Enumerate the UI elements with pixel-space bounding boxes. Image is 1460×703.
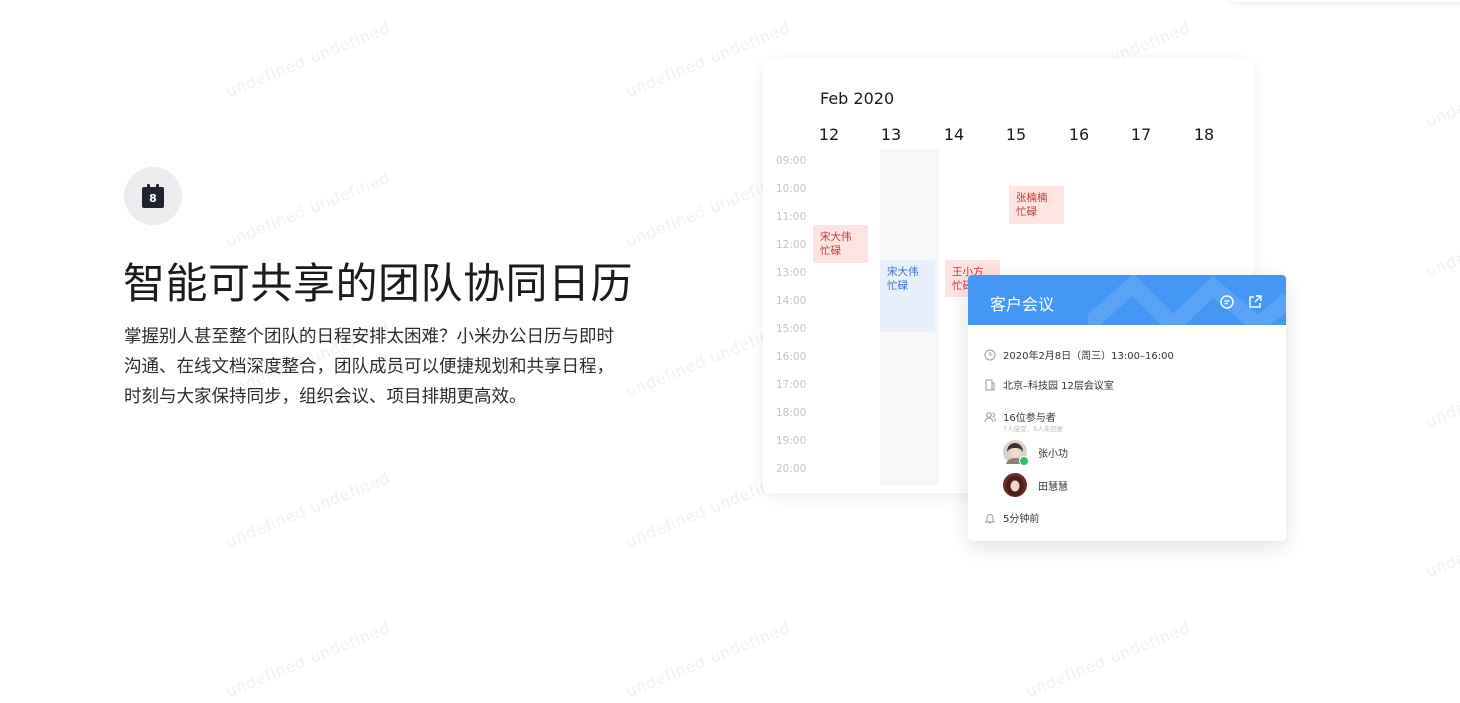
reminder-text: 5分钟前 [1003,514,1040,525]
day-header[interactable]: 15 [1001,125,1031,144]
hour-label: 19:00 [776,435,807,447]
reminder-row[interactable]: 5分钟前 [984,510,1039,525]
watermark: undefined undefined [222,617,393,702]
watermark: undefined undefined [1422,198,1460,282]
hour-label: 15:00 [776,323,807,335]
busy-event[interactable]: 宋大伟 忙碌 [880,260,935,332]
meeting-time-row: 2020年2月8日（周三）13:00–16:00 [984,347,1174,362]
event-status: 忙碌 [887,280,908,292]
hour-label: 10:00 [776,183,807,195]
calendar-month-label: Feb 2020 [820,89,895,108]
open-external-icon[interactable] [1247,294,1263,310]
meeting-title: 客户会议 [990,295,1055,314]
watermark: undefined undefined [622,617,793,702]
description-line: 时刻与大家保持同步，组织会议、项目排期更高效。 [124,387,527,407]
watermark: undefined undefined [1423,648,1460,703]
event-status: 忙碌 [820,245,841,257]
day-header[interactable]: 13 [876,125,906,144]
watermark: undefined undefined [1022,617,1193,702]
attendees-response-summary: 7人接受，9人未回复 [1003,425,1064,433]
day-header[interactable]: 18 [1189,125,1219,144]
people-icon [984,411,996,422]
clock-icon [984,349,996,360]
hour-label: 18:00 [776,407,807,419]
day-header[interactable]: 16 [1064,125,1094,144]
hour-label: 16:00 [776,351,807,363]
description-line: 掌握别人甚至整个团队的日程安排太困难？小米办公日历与即时 [124,327,614,347]
event-person: 张楠楠 [1016,192,1048,204]
building-icon [985,379,995,390]
calendar-icon-day: 8 [142,187,164,208]
watermark: undefined undefined [1422,348,1460,432]
calendar-icon: 8 [142,184,164,208]
event-person: 宋大伟 [887,266,919,278]
day-header[interactable]: 14 [939,125,969,144]
meeting-location: 北京–科技园 12层会议室 [1003,381,1114,392]
busy-event[interactable]: 张楠楠 忙碌 [1009,186,1064,224]
busy-event[interactable]: 宋大伟 忙碌 [813,225,868,263]
watermark: undefined undefined [222,17,393,102]
top-floating-panel-edge [1230,0,1460,2]
attendee-name: 田慧慧 [1038,481,1068,493]
description-line: 沟通、在线文档深度整合，团队成员可以便捷规划和共享日程， [124,357,614,377]
hour-label: 11:00 [776,211,807,223]
accepted-check-icon [1019,456,1029,466]
chat-icon[interactable] [1219,294,1235,310]
hour-label: 17:00 [776,379,807,391]
day-header[interactable]: 17 [1126,125,1156,144]
feature-icon-badge: 8 [124,167,182,225]
meeting-detail-popup: 客户会议 2020年2月8日（周三）13:00–16:00 北京–科技园 12层… [968,275,1286,541]
attendee-item[interactable]: 张小功 [1003,440,1068,466]
attendee-name: 张小功 [1038,448,1068,460]
attendees-row[interactable]: 16位参与者 [984,409,1056,424]
watermark: undefined undefined [222,167,393,252]
watermark: undefined undefined [1422,498,1460,582]
attendees-summary: 16位参与者 [1003,413,1056,424]
hour-label: 09:00 [776,155,807,167]
hour-label: 13:00 [776,267,807,279]
feature-headline: 智能可共享的团队协同日历 [123,259,634,308]
event-person: 宋大伟 [820,231,852,243]
event-status: 忙碌 [1016,206,1037,218]
bell-icon [984,513,996,523]
watermark: undefined undefined [1422,48,1460,132]
hour-label: 14:00 [776,295,807,307]
feature-description: 掌握别人甚至整个团队的日程安排太困难？小米办公日历与即时 沟通、在线文档深度整合… [124,322,644,412]
meeting-datetime: 2020年2月8日（周三）13:00–16:00 [1003,351,1174,362]
attendee-item[interactable]: 田慧慧 [1003,473,1068,497]
watermark: undefined undefined [222,467,393,552]
avatar [1003,440,1029,466]
day-header[interactable]: 12 [814,125,844,144]
hour-label: 20:00 [776,463,807,475]
avatar [1003,473,1027,497]
hour-label: 12:00 [776,239,807,251]
meeting-header: 客户会议 [968,275,1286,325]
meeting-location-row: 北京–科技园 12层会议室 [984,377,1114,392]
